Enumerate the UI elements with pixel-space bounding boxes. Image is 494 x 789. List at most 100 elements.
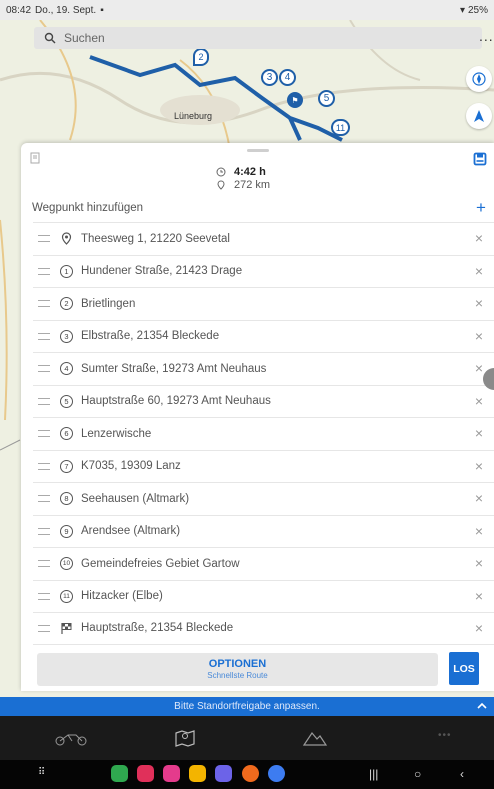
finish-flag-marker[interactable]: ⚑	[287, 92, 303, 108]
add-icon[interactable]: +	[476, 198, 486, 218]
close-icon[interactable]: ×	[475, 458, 483, 474]
start-navigation-button[interactable]: LOS	[449, 652, 479, 685]
files-app-icon[interactable]	[189, 765, 206, 782]
waypoint-number-badge: 1	[60, 264, 73, 278]
map-marker[interactable]: 11	[331, 119, 350, 136]
waypoint-row[interactable]: 1 Hundener Straße, 21423 Drage ×	[33, 254, 494, 288]
motorbike-icon[interactable]	[54, 730, 88, 746]
waypoint-row[interactable]: 11 Hitzacker (Elbe) ×	[33, 579, 494, 613]
close-icon[interactable]: ×	[475, 230, 483, 246]
options-title: OPTIONEN	[208, 658, 267, 670]
messages-app-icon[interactable]	[268, 765, 285, 782]
waypoint-row[interactable]: 6 Lenzerwische ×	[33, 417, 494, 450]
app-bottom-navigation: •••	[0, 716, 494, 760]
search-placeholder: Suchen	[64, 31, 105, 45]
close-icon[interactable]: ×	[475, 360, 483, 376]
waypoint-label: Hauptstraße, 21354 Bleckede	[81, 622, 234, 635]
close-icon[interactable]: ×	[475, 393, 483, 409]
waypoint-row[interactable]: Theesweg 1, 21220 Seevetal ×	[33, 222, 494, 255]
add-waypoint-row[interactable]: Wegpunkt hinzufügen +	[21, 195, 494, 221]
close-icon[interactable]: ×	[475, 263, 483, 279]
drag-handle-icon[interactable]	[38, 397, 50, 405]
waypoint-row[interactable]: 4 Sumter Straße, 19273 Amt Neuhaus ×	[33, 352, 494, 385]
waypoint-label: Lenzerwische	[81, 427, 152, 440]
waypoint-number-badge: 6	[60, 427, 73, 441]
waypoint-label: K7035, 19309 Lanz	[81, 460, 181, 473]
firefox-app-icon[interactable]	[242, 765, 259, 782]
waypoint-number-badge: 9	[60, 524, 73, 538]
map-marker[interactable]: 2	[193, 48, 209, 66]
waypoint-row[interactable]: 9 Arendsee (Altmark) ×	[33, 514, 494, 548]
close-icon[interactable]: ×	[475, 490, 483, 506]
chevron-up-icon[interactable]	[476, 700, 488, 712]
browser-app-icon[interactable]	[215, 765, 232, 782]
banner-text: Bitte Standortfreigabe anpassen.	[174, 701, 320, 712]
waypoint-label: Arendsee (Altmark)	[81, 525, 181, 538]
drag-handle-icon[interactable]	[38, 592, 50, 600]
close-icon[interactable]: ×	[475, 588, 483, 604]
waypoint-row[interactable]: 10 Gemeindefreies Gebiet Gartow ×	[33, 547, 494, 580]
close-icon[interactable]: ×	[475, 523, 483, 539]
waypoint-label: Sumter Straße, 19273 Amt Neuhaus	[81, 362, 267, 375]
phone-app-icon[interactable]	[111, 765, 128, 782]
notification-icon: ▪	[100, 4, 104, 16]
signal-icon: ▾	[459, 4, 465, 16]
waypoint-list: Theesweg 1, 21220 Seevetal × 1 Hundener …	[33, 222, 494, 645]
compass-icon	[472, 72, 486, 86]
drag-handle-icon[interactable]	[38, 430, 50, 438]
save-icon[interactable]	[473, 152, 487, 166]
route-summary: 4:42 h 272 km	[216, 165, 336, 191]
map-marker[interactable]: 5	[318, 90, 335, 107]
drag-handle-icon[interactable]	[38, 495, 50, 503]
mountain-icon[interactable]	[302, 728, 328, 748]
navigation-button[interactable]	[466, 103, 492, 129]
waypoint-label: Hitzacker (Elbe)	[81, 590, 163, 603]
distance-pin-icon	[217, 179, 225, 190]
search-input[interactable]: Suchen	[34, 27, 482, 49]
waypoint-number-badge: 8	[60, 492, 73, 506]
close-icon[interactable]: ×	[475, 425, 483, 441]
map-marker[interactable]: 3	[261, 69, 278, 86]
waypoint-row[interactable]: 8 Seehausen (Altmark) ×	[33, 482, 494, 515]
options-subtitle: Schnellste Route	[207, 671, 268, 680]
drag-handle-icon[interactable]	[38, 235, 50, 243]
drag-handle-icon[interactable]	[38, 267, 50, 275]
drag-handle-icon[interactable]	[38, 365, 50, 373]
waypoint-row[interactable]: Hauptstraße, 21354 Bleckede ×	[33, 612, 494, 645]
drag-handle-icon[interactable]	[38, 462, 50, 470]
waypoint-row[interactable]: 5 Hauptstraße 60, 19273 Amt Neuhaus ×	[33, 384, 494, 418]
camera-app-icon[interactable]	[137, 765, 154, 782]
back-icon[interactable]: ‹	[460, 767, 464, 781]
gallery-app-icon[interactable]	[163, 765, 180, 782]
battery-level: 25%	[467, 4, 488, 16]
route-planner-sheet: 4:42 h 272 km Wegpunkt hinzufügen + Thee…	[21, 143, 494, 691]
home-icon[interactable]: ○	[414, 767, 421, 781]
location-permission-banner[interactable]: Bitte Standortfreigabe anpassen.	[0, 697, 494, 716]
drag-handle-icon[interactable]	[38, 560, 50, 568]
waypoint-label: Brietlingen	[81, 297, 136, 310]
document-icon[interactable]	[30, 152, 40, 164]
drag-handle-icon[interactable]	[38, 527, 50, 535]
drag-handle-icon[interactable]	[38, 332, 50, 340]
close-icon[interactable]: ×	[475, 620, 483, 636]
sheet-drag-handle[interactable]	[247, 149, 269, 152]
waypoint-row[interactable]: 7 K7035, 19309 Lanz ×	[33, 449, 494, 483]
close-icon[interactable]: ×	[475, 328, 483, 344]
waypoint-row[interactable]: 3 Elbstraße, 21354 Bleckede ×	[33, 319, 494, 353]
waypoint-row[interactable]: 2 Brietlingen ×	[33, 287, 494, 320]
close-icon[interactable]: ×	[475, 555, 483, 571]
compass-button[interactable]	[466, 66, 492, 92]
map-icon[interactable]	[174, 728, 196, 748]
recent-apps-icon[interactable]: |||	[369, 767, 378, 781]
drag-handle-icon[interactable]	[38, 624, 50, 632]
app-drawer-icon[interactable]: ⠿	[38, 767, 45, 778]
map-marker[interactable]: 4	[279, 69, 296, 86]
waypoint-label: Elbstraße, 21354 Bleckede	[81, 330, 220, 343]
close-icon[interactable]: ×	[475, 295, 483, 311]
route-options-button[interactable]: OPTIONEN Schnellste Route	[37, 653, 438, 686]
drag-handle-icon[interactable]	[38, 300, 50, 308]
more-apps-icon[interactable]: •••	[438, 730, 452, 741]
navigation-arrow-icon	[474, 110, 484, 122]
waypoint-label: Hundener Straße, 21423 Drage	[81, 265, 243, 278]
more-menu-button[interactable]: ...	[479, 28, 494, 44]
